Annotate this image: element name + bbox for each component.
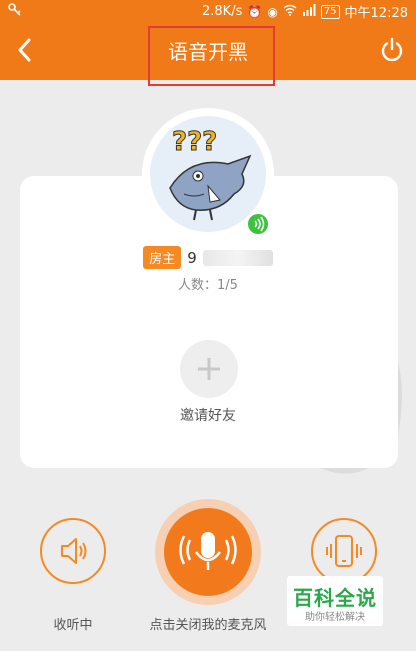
invite-friends-label: 邀请好友 xyxy=(180,408,236,424)
speaking-indicator-badge xyxy=(246,212,270,236)
exit-button[interactable] xyxy=(378,36,406,64)
page-title: 语音开黑 xyxy=(168,40,248,64)
key-icon xyxy=(8,3,22,21)
vibrate-toggle-button[interactable] xyxy=(311,518,377,584)
member-count: 人数：1/5 xyxy=(178,278,238,293)
signal-icon xyxy=(302,3,316,20)
power-icon xyxy=(381,37,403,62)
vibrate-phone-icon xyxy=(326,535,362,567)
invite-friends-button[interactable] xyxy=(180,340,238,398)
status-bar: 2.8K/s ⏰ ◉ 75 中午12:28 xyxy=(0,0,416,22)
wifi-icon xyxy=(283,4,297,20)
watermark-title: 百科全说 xyxy=(293,586,377,610)
sound-wave-icon xyxy=(254,216,265,232)
owner-name-redacted xyxy=(202,249,273,266)
owner-badge: 房主 xyxy=(143,246,182,269)
speaker-icon xyxy=(61,538,87,564)
app-header: 语音开黑 xyxy=(0,22,416,86)
alarm-icon: ⏰ xyxy=(247,4,263,19)
listen-label: 收听中 xyxy=(53,618,93,633)
net-speed: 2.8K/s xyxy=(202,4,243,19)
listen-toggle-button[interactable] xyxy=(40,518,106,584)
plus-icon xyxy=(198,358,220,380)
watermark-logo: 百科全说 助你轻松解决 xyxy=(287,576,383,626)
svg-text:???: ??? xyxy=(172,127,217,157)
owner-name: 9 xyxy=(187,248,197,267)
microphone-button-core xyxy=(164,508,252,596)
eye-icon: ◉ xyxy=(267,4,278,19)
battery-indicator: 75 xyxy=(320,4,340,19)
watermark-subtitle: 助你轻松解决 xyxy=(305,612,365,623)
status-right: 2.8K/s ⏰ ◉ 75 中午12:28 xyxy=(202,2,408,21)
clock: 中午12:28 xyxy=(344,6,408,21)
microphone-label: 点击关闭我的麦克风 xyxy=(149,618,267,633)
microphone-toggle-button[interactable] xyxy=(155,499,261,605)
microphone-icon xyxy=(179,532,237,570)
owner-info-row: 房主 9 xyxy=(0,246,416,269)
